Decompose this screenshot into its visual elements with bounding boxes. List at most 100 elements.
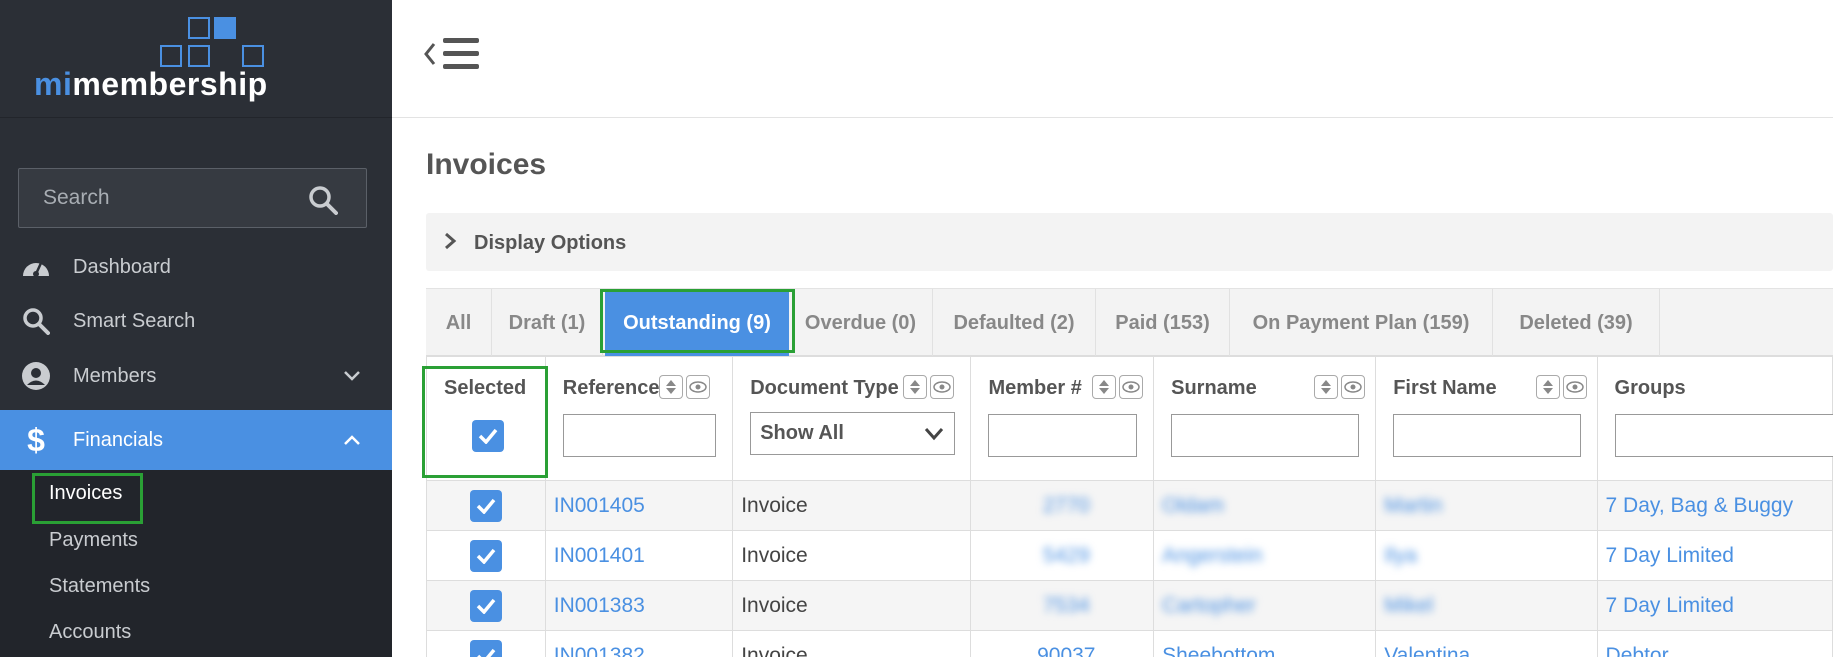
first-name-link[interactable]: Mikel	[1384, 594, 1433, 617]
first-name-filter-input[interactable]	[1393, 414, 1582, 457]
logo[interactable]: mimembership	[0, 0, 392, 118]
column-header-groups: Groups	[1596, 356, 1833, 481]
eye-icon[interactable]	[1119, 375, 1144, 399]
groups-link[interactable]: 7 Day Limited	[1606, 544, 1734, 567]
row-checkbox[interactable]	[470, 639, 502, 657]
column-header-member-number: Member #	[970, 356, 1155, 481]
surname-link[interactable]: Cartopher	[1162, 594, 1255, 617]
document-type-cell: Invoice	[732, 580, 972, 631]
user-circle-icon	[20, 360, 52, 392]
groups-link[interactable]: Debtor	[1606, 644, 1669, 657]
logo-text: mimembership	[34, 66, 268, 102]
tab-draft[interactable]: Draft (1)	[492, 289, 603, 357]
column-label: Document Type	[750, 377, 899, 399]
select-value: Show All	[760, 422, 844, 444]
chevron-down-icon	[344, 371, 360, 381]
tab-deleted[interactable]: Deleted (39)	[1493, 289, 1660, 357]
tab-all[interactable]: All	[426, 289, 492, 357]
sort-icon[interactable]	[1536, 375, 1561, 399]
row-checkbox[interactable]	[470, 539, 502, 572]
reference-link[interactable]: IN001405	[554, 494, 645, 517]
first-name-link[interactable]: Ilya	[1384, 544, 1417, 567]
document-type-cell: Invoice	[732, 530, 972, 581]
invoices-table-wrap: Selected Reference Document Type Show Al…	[426, 356, 1833, 657]
menu-toggle-icon[interactable]	[424, 36, 482, 72]
member-number-link[interactable]: 2770	[1043, 494, 1090, 517]
column-header-first-name: First Name	[1375, 356, 1598, 481]
document-type-cell: Invoice	[732, 630, 972, 657]
sort-icon[interactable]	[903, 375, 928, 399]
surname-link[interactable]: Angerstein	[1162, 544, 1262, 567]
table-row[interactable]: IN001401 Invoice 5429 Angerstein Ilya 7 …	[426, 530, 1833, 581]
display-options-label: Display Options	[474, 232, 627, 254]
nav-item-smart-search[interactable]: Smart Search	[0, 293, 392, 349]
nav-item-members[interactable]: Members	[0, 348, 392, 404]
groups-filter-input[interactable]	[1614, 414, 1833, 457]
sort-icon[interactable]	[1314, 375, 1339, 399]
column-label: Surname	[1171, 377, 1257, 399]
tab-paid[interactable]: Paid (153)	[1096, 289, 1230, 357]
eye-icon[interactable]	[1563, 375, 1588, 399]
first-name-link[interactable]: Valentina	[1384, 644, 1470, 657]
member-number-filter-input[interactable]	[988, 414, 1138, 457]
highlight-box	[422, 366, 548, 478]
row-checkbox[interactable]	[470, 589, 502, 622]
column-header-document-type: Document Type Show All	[732, 356, 972, 481]
sort-icon[interactable]	[1092, 375, 1117, 399]
table-row[interactable]: IN001382 Invoice 90037 Sheebottom Valent…	[426, 630, 1833, 657]
first-name-link[interactable]: Martin	[1384, 494, 1442, 517]
check-icon	[476, 548, 496, 564]
eye-icon[interactable]	[685, 375, 710, 399]
chevron-up-icon	[344, 435, 360, 445]
column-label: Reference	[562, 377, 660, 399]
document-type-cell: Invoice	[732, 480, 972, 531]
nav-item-financials[interactable]: $ Financials	[0, 410, 392, 470]
dollar-icon: $	[27, 421, 45, 458]
surname-link[interactable]: Sheebottom	[1162, 644, 1275, 657]
tab-overdue[interactable]: Overdue (0)	[789, 289, 933, 357]
eye-icon[interactable]	[930, 375, 955, 399]
invoices-table: Selected Reference Document Type Show Al…	[426, 356, 1833, 657]
table-row[interactable]: IN001405 Invoice 2770 Oldam Martin 7 Day…	[426, 480, 1833, 531]
member-number-link[interactable]: 5429	[1043, 544, 1090, 567]
reference-link[interactable]: IN001382	[554, 644, 645, 657]
document-type-select[interactable]: Show All	[750, 412, 956, 455]
top-bar	[392, 0, 1833, 118]
search-input[interactable]	[19, 169, 299, 227]
search-icon	[20, 305, 52, 337]
sort-icon[interactable]	[658, 375, 683, 399]
nav-label: Members	[73, 364, 157, 387]
logo-mark	[158, 15, 273, 70]
sidebar: mimembership Dashboard Smart Search Memb…	[0, 0, 392, 657]
subnav-item-statements[interactable]: Statements	[49, 575, 150, 598]
surname-link[interactable]: Oldam	[1162, 494, 1224, 517]
reference-link[interactable]: IN001401	[554, 544, 645, 567]
tab-on-payment-plan[interactable]: On Payment Plan (159)	[1230, 289, 1493, 357]
reference-link[interactable]: IN001383	[554, 594, 645, 617]
row-checkbox[interactable]	[470, 489, 502, 522]
tab-defaulted[interactable]: Defaulted (2)	[933, 289, 1096, 357]
table-row[interactable]: IN001383 Invoice 7534 Cartopher Mikel 7 …	[426, 580, 1833, 631]
chevron-right-icon	[445, 232, 457, 250]
check-icon	[476, 648, 496, 657]
groups-link[interactable]: 7 Day, Bag & Buggy	[1606, 494, 1794, 517]
subnav-item-accounts[interactable]: Accounts	[49, 621, 131, 644]
check-icon	[476, 498, 496, 514]
surname-filter-input[interactable]	[1171, 414, 1360, 457]
reference-filter-input[interactable]	[562, 414, 716, 457]
column-header-reference: Reference	[544, 356, 734, 481]
column-label: Member #	[988, 377, 1082, 399]
subnav-item-payments[interactable]: Payments	[49, 529, 138, 552]
search-icon[interactable]	[308, 185, 338, 215]
display-options-panel[interactable]: Display Options	[426, 213, 1833, 271]
nav-label: Financials	[73, 428, 164, 451]
member-number-link[interactable]: 90037	[1037, 644, 1095, 657]
groups-link[interactable]: 7 Day Limited	[1606, 594, 1734, 617]
search-box[interactable]	[18, 168, 367, 228]
member-number-link[interactable]: 7534	[1043, 594, 1090, 617]
nav-label: Smart Search	[73, 309, 196, 332]
column-header-surname: Surname	[1153, 356, 1377, 481]
nav-label: Dashboard	[73, 255, 171, 278]
eye-icon[interactable]	[1341, 375, 1366, 399]
nav-item-dashboard[interactable]: Dashboard	[0, 239, 392, 295]
